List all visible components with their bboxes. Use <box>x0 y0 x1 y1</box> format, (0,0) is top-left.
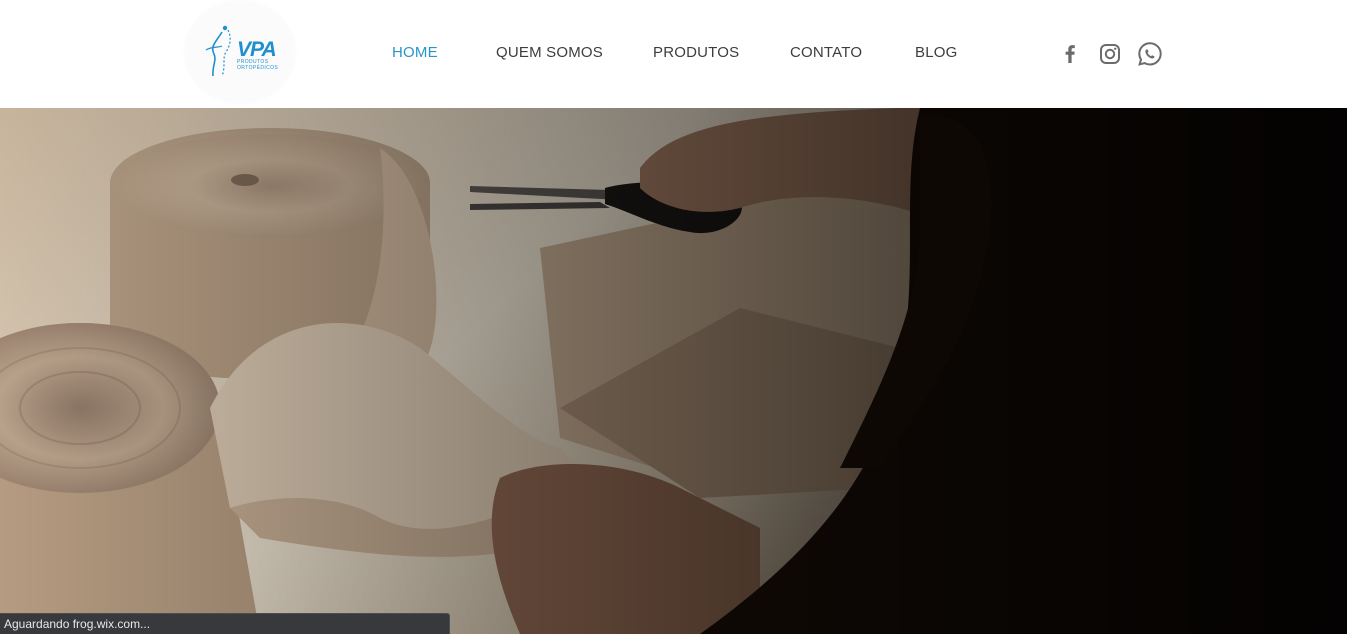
site-header: VPA PRODUTOS ORTOPÉDICOS HOME QUEM SOMOS… <box>0 0 1347 108</box>
nav-blog[interactable]: BLOG <box>915 44 957 61</box>
browser-status-bar: Aguardando frog.wix.com... <box>0 613 450 634</box>
logo-subtitle-line-2: ORTOPÉDICOS <box>237 65 279 71</box>
instagram-icon[interactable] <box>1096 40 1124 68</box>
logo-subtitle: PRODUTOS ORTOPÉDICOS <box>237 59 287 71</box>
whatsapp-icon[interactable] <box>1136 40 1164 68</box>
hero-video-background <box>0 108 1347 634</box>
nav-home[interactable]: HOME <box>392 44 438 61</box>
facebook-icon[interactable] <box>1056 40 1084 68</box>
vpa-logo[interactable]: VPA PRODUTOS ORTOPÉDICOS <box>186 2 294 102</box>
nav-contato[interactable]: CONTATO <box>790 44 862 61</box>
nav-quem-somos[interactable]: QUEM SOMOS <box>496 44 603 61</box>
nav-produtos[interactable]: PRODUTOS <box>653 44 739 61</box>
hero-image <box>0 108 1347 634</box>
